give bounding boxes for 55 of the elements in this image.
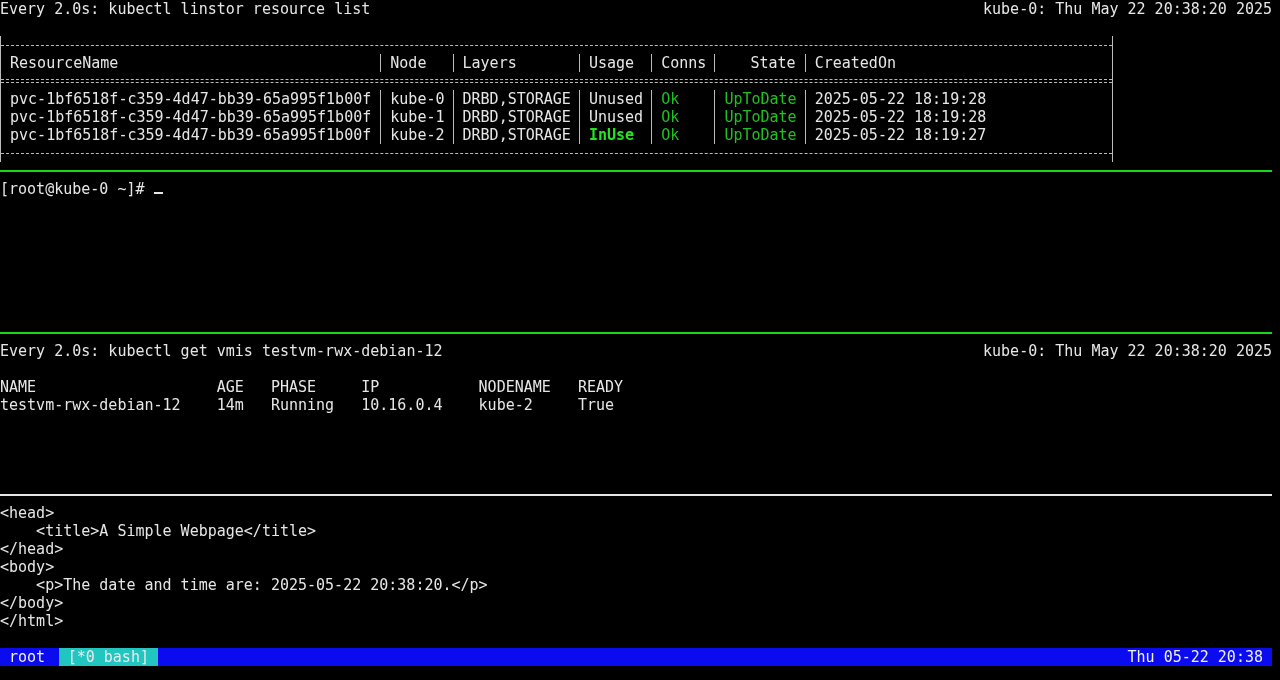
column-header: Layers [452, 54, 579, 72]
watch-command: Every 2.0s: kubectl linstor resource list [0, 0, 371, 18]
state-cell: UpToDate [714, 108, 805, 126]
output-line: </body> [0, 594, 64, 612]
table-cell-text: 14m [216, 396, 245, 414]
table-cell-text: pvc-1bf6518f-c359-4d47-bb39-65a995f1b00f [9, 108, 373, 126]
host-timestamp: kube-0: Thu May 22 20:38:20 2025 [983, 0, 1272, 18]
conns-cell: Ok [651, 90, 715, 108]
table-cell: DRBD,STORAGE [452, 126, 579, 144]
table-cell: 2025-05-22 18:19:28 [804, 108, 995, 126]
shell-prompt: [root@kube-0 ~]# [0, 180, 145, 198]
window-tab[interactable]: [*0 bash] [58, 648, 158, 666]
column-header: State [714, 54, 805, 72]
table-cell-text: pvc-1bf6518f-c359-4d47-bb39-65a995f1b00f [9, 126, 373, 144]
table-cell: DRBD,STORAGE [452, 90, 579, 108]
conns-cell: Ok [651, 126, 715, 144]
output-line: <p>The date and time are: 2025-05-22 20:38:20.</p> [36, 576, 488, 594]
conns-cell: Ok [651, 108, 715, 126]
table-cell: kube-1 [380, 108, 453, 126]
state-cell: UpToDate [714, 90, 805, 108]
table-cell-text: True [577, 396, 616, 414]
table-cell-text: Running [270, 396, 336, 414]
column-header: Usage [578, 54, 652, 72]
column-header: ResourceName [9, 54, 120, 72]
table-cell: kube-0 [380, 90, 453, 108]
table-cell-text: kube-2 [478, 396, 534, 414]
watch-command: Every 2.0s: kubectl get vmis testvm-rwx-debian-12 [0, 342, 443, 360]
column-header: CreatedOn [804, 54, 995, 72]
column-header: PHASE [270, 378, 318, 396]
table-cell-text: testvm-rwx-debian-12 [0, 396, 182, 414]
output-line: </html> [0, 612, 64, 630]
column-header: READY [577, 378, 625, 396]
output-line: </head> [0, 540, 64, 558]
status-clock: Thu 05-22 20:38 [1127, 648, 1264, 666]
table-cell-text: 10.16.0.4 [361, 396, 444, 414]
column-header: Node [380, 54, 453, 72]
host-timestamp: kube-0: Thu May 22 20:38:20 2025 [983, 342, 1272, 360]
output-line: <head> [0, 504, 55, 522]
state-cell: UpToDate [714, 126, 805, 144]
column-header: NAME [0, 378, 38, 396]
column-header: AGE [216, 378, 245, 396]
table-cell: 2025-05-22 18:19:27 [804, 126, 995, 144]
table-cell-text: pvc-1bf6518f-c359-4d47-bb39-65a995f1b00f [9, 90, 373, 108]
session-name: root [8, 648, 47, 666]
column-header: IP [361, 378, 381, 396]
table-cell: DRBD,STORAGE [452, 108, 579, 126]
output-line: <body> [0, 558, 55, 576]
usage-cell: Unused [578, 90, 652, 108]
usage-cell: InUse [578, 126, 652, 144]
table-cell: 2025-05-22 18:19:28 [804, 90, 995, 108]
column-header: NODENAME [478, 378, 552, 396]
column-header: Conns [651, 54, 715, 72]
table-cell: kube-2 [380, 126, 453, 144]
usage-cell: Unused [578, 108, 652, 126]
output-line: <title>A Simple Webpage</title> [36, 522, 317, 540]
